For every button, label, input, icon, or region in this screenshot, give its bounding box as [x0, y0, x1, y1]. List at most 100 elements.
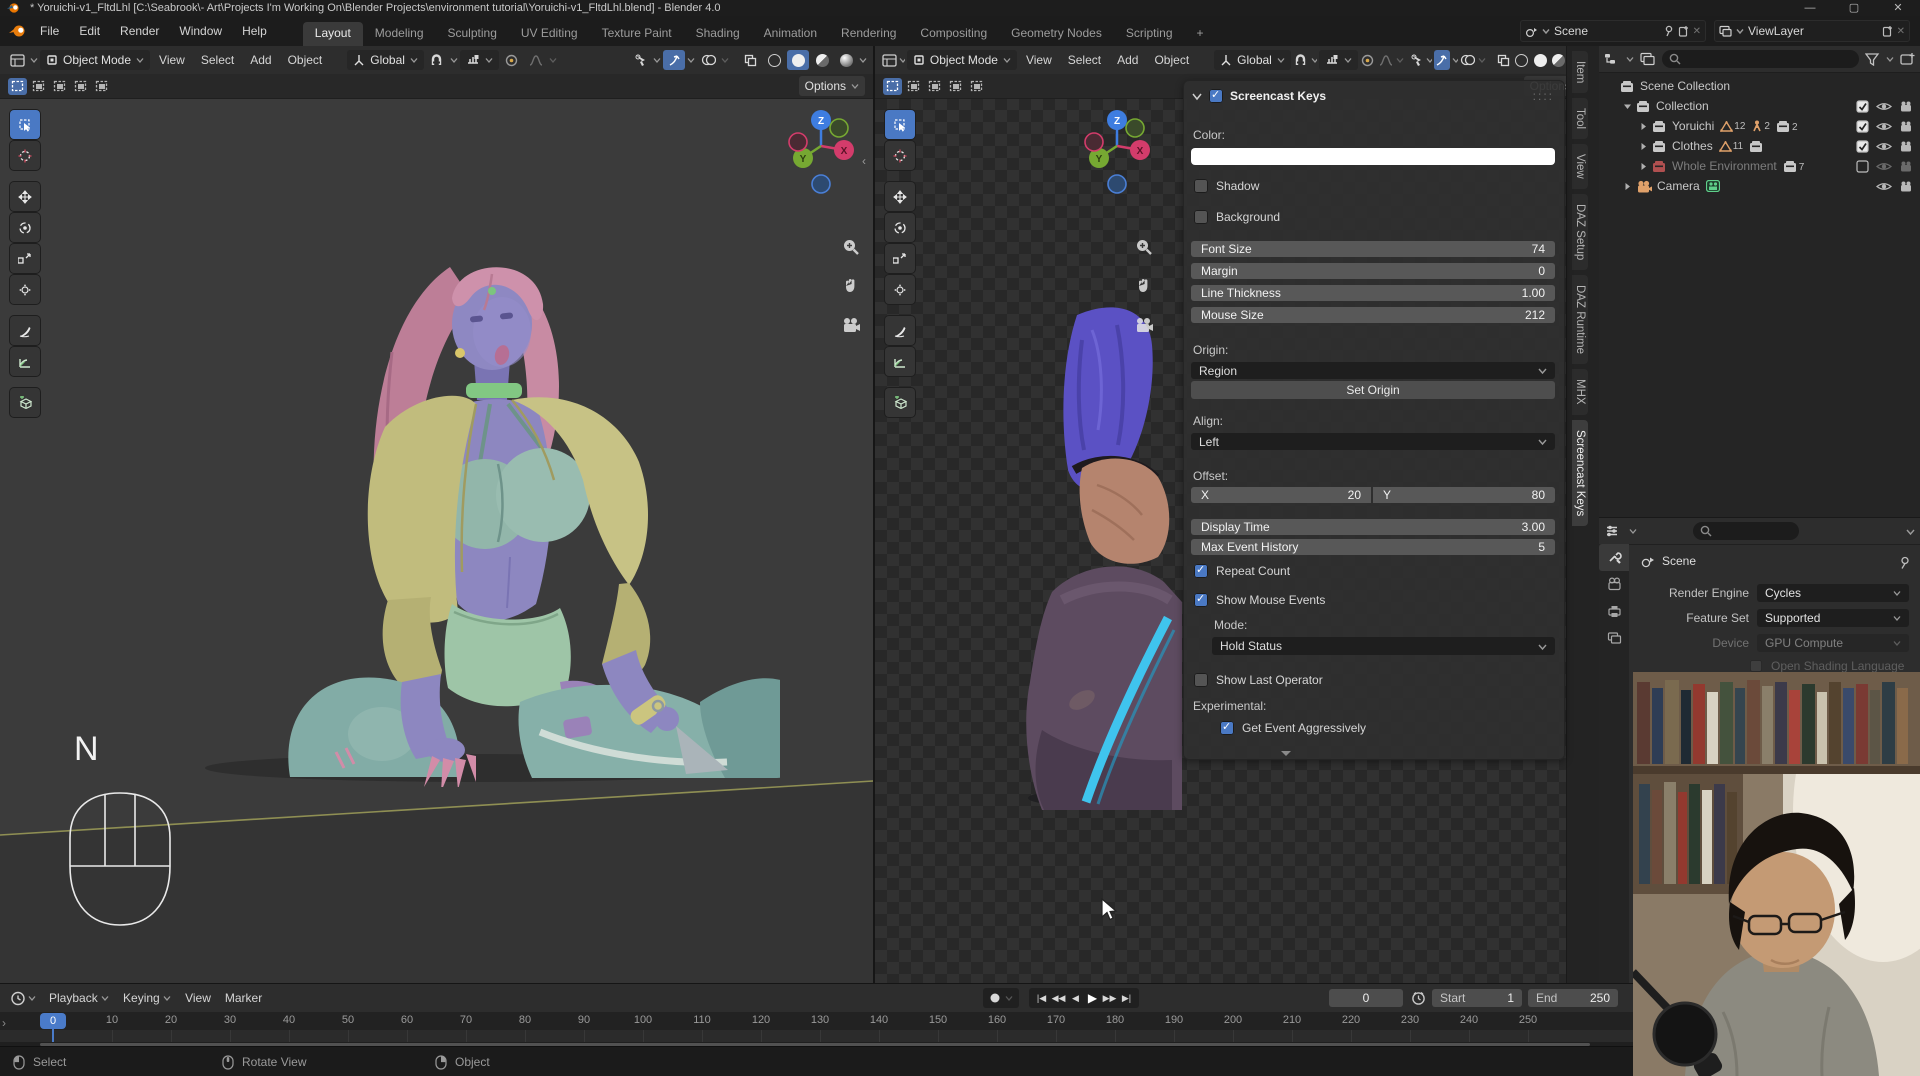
max-event-history-slider[interactable]: Max Event History5 — [1191, 539, 1555, 555]
sidebar-tab-daz-setup[interactable]: DAZ Setup — [1572, 194, 1588, 270]
timeline-editor-icon[interactable] — [10, 991, 26, 1006]
region-collapse-arrow[interactable]: ‹ — [862, 154, 866, 168]
workspace-tab-layout[interactable]: Layout — [303, 22, 363, 46]
snap-magnet-icon[interactable] — [426, 50, 448, 70]
chevron-down-icon[interactable] — [1906, 527, 1915, 536]
outliner-row-scene-collection[interactable]: Scene Collection — [1599, 76, 1920, 96]
cursor-tool-button[interactable] — [10, 141, 40, 170]
pin-icon[interactable] — [1898, 556, 1911, 569]
workspace-tab-sculpting[interactable]: Sculpting — [436, 22, 509, 46]
region-expand-arrow[interactable]: › — [2, 1016, 6, 1030]
properties-editor-icon[interactable] — [1605, 524, 1621, 538]
repeat-count-row[interactable]: Repeat Count — [1194, 564, 1290, 578]
outliner-item-label[interactable]: Collection — [1656, 99, 1709, 113]
shading-icon[interactable] — [835, 50, 857, 70]
measure-tool-button[interactable] — [885, 347, 915, 376]
menu-help[interactable]: Help — [232, 24, 277, 38]
maximize-button[interactable]: ▢ — [1832, 0, 1876, 16]
hide-eye-toggle[interactable] — [1876, 161, 1892, 172]
transport-jump-end-button[interactable]: ▶| — [1118, 993, 1135, 1004]
mode-dropdown[interactable]: Hold Status — [1212, 637, 1555, 655]
timeline-menu-marker[interactable]: Marker — [218, 991, 269, 1005]
workspace-tab-modeling[interactable]: Modeling — [363, 22, 436, 46]
editor-type-icon[interactable] — [6, 50, 28, 70]
sidebar-tab-tool[interactable]: Tool — [1572, 98, 1588, 139]
sidebar-tab-screencast-keys[interactable]: Screencast Keys — [1572, 420, 1588, 526]
select-mode-paint-icon[interactable] — [92, 78, 111, 95]
filter-icon[interactable] — [1865, 53, 1880, 66]
options-dropdown[interactable]: Options — [799, 76, 865, 96]
viewport-menu-view[interactable]: View — [152, 53, 192, 67]
menu-file[interactable]: File — [30, 24, 69, 38]
show-last-operator-row[interactable]: Show Last Operator — [1194, 673, 1323, 687]
workspace-tab-shading[interactable]: Shading — [684, 22, 752, 46]
annotate-tool-button[interactable] — [885, 316, 915, 345]
workspace-tab-scripting[interactable]: Scripting — [1114, 22, 1185, 46]
shading-icon[interactable] — [1532, 50, 1548, 70]
shading-icon[interactable] — [1514, 50, 1530, 70]
set-origin-button[interactable]: Set Origin — [1191, 381, 1555, 399]
zoom-icon[interactable] — [1131, 234, 1157, 260]
menu-window[interactable]: Window — [169, 24, 232, 38]
hide-eye-toggle[interactable] — [1876, 101, 1892, 112]
gizmos-toggle-icon[interactable] — [663, 50, 685, 70]
workspace-tab-uv-editing[interactable]: UV Editing — [509, 22, 590, 46]
outliner-row-whole-environment[interactable]: Whole Environment7 — [1599, 156, 1920, 176]
chevron-down-icon[interactable] — [1629, 527, 1637, 535]
snap-target-dropdown[interactable] — [460, 50, 499, 70]
mode-dropdown[interactable]: Object Mode — [907, 50, 1017, 70]
workspace-tab-texture-paint[interactable]: Texture Paint — [590, 22, 684, 46]
disclosure-right-icon[interactable] — [1639, 162, 1648, 171]
align-dropdown[interactable]: Left — [1191, 433, 1555, 450]
transform-orientation-dropdown[interactable]: Global — [1214, 50, 1291, 70]
viewlayer-name[interactable]: ViewLayer — [1748, 24, 1804, 38]
viewlayer-selector[interactable]: ViewLayer ✕ — [1714, 20, 1910, 42]
selectability-filter-icon[interactable] — [629, 50, 651, 70]
outliner-item-label[interactable]: Yoruichi — [1672, 119, 1714, 133]
timeline-menu-view[interactable]: View — [178, 991, 218, 1005]
disable-render-toggle[interactable] — [1899, 141, 1913, 152]
proportional-editing-icon[interactable] — [1360, 50, 1376, 70]
origin-dropdown[interactable]: Region — [1191, 362, 1555, 379]
autokey-record-button[interactable] — [983, 988, 1019, 1008]
select-mode-lasso-icon[interactable] — [946, 78, 965, 95]
timeline-tracks[interactable] — [0, 1030, 1920, 1042]
outliner-row-yoruichi[interactable]: Yoruichi1222 — [1599, 116, 1920, 136]
pan-hand-icon[interactable] — [1131, 272, 1157, 298]
color-swatch[interactable] — [1191, 148, 1555, 165]
show-mouse-events-checkbox[interactable] — [1194, 593, 1208, 607]
character-model-yoruichi[interactable] — [140, 212, 780, 787]
display-mode-icon[interactable] — [1640, 52, 1656, 66]
osl-checkbox[interactable] — [1750, 660, 1762, 672]
scene-selector[interactable]: Scene ✕ — [1520, 20, 1706, 42]
screencast-keys-panel[interactable]: Screencast Keys :::: Color: Shadow Backg… — [1183, 80, 1565, 760]
collapse-chevron-icon[interactable] — [1192, 91, 1202, 101]
workspace-tab-+[interactable]: + — [1185, 22, 1216, 46]
select-mode-paint-icon[interactable] — [967, 78, 986, 95]
selectability-filter-icon[interactable] — [1408, 50, 1424, 70]
outliner-item-label[interactable]: Whole Environment — [1672, 159, 1777, 173]
viewport-menu-select[interactable]: Select — [194, 53, 241, 67]
new-scene-icon[interactable] — [1678, 25, 1689, 37]
shading-icon[interactable] — [1550, 50, 1566, 70]
annotate-tool-button[interactable] — [10, 316, 40, 345]
rotate-tool-button[interactable] — [885, 213, 915, 242]
menu-edit[interactable]: Edit — [69, 24, 110, 38]
scale-tool-button[interactable] — [885, 244, 915, 273]
select-box-button[interactable] — [10, 110, 40, 139]
offset-y-field[interactable]: Y80 — [1373, 487, 1555, 503]
exclude-checkbox[interactable] — [1856, 140, 1869, 153]
new-viewlayer-icon[interactable] — [1882, 25, 1893, 37]
panel-header[interactable]: Screencast Keys — [1192, 89, 1326, 103]
sidebar-tab-mhx[interactable]: MHX — [1572, 369, 1588, 415]
move-tool-button[interactable] — [10, 182, 40, 211]
xray-toggle-icon[interactable] — [739, 50, 761, 70]
move-tool-button[interactable] — [885, 182, 915, 211]
transport-prev-frame-button[interactable]: ◀ — [1067, 993, 1084, 1004]
disable-render-toggle[interactable] — [1899, 161, 1913, 172]
workspace-tab-animation[interactable]: Animation — [752, 22, 829, 46]
end-frame-field[interactable]: End250 — [1528, 989, 1618, 1007]
exclude-checkbox[interactable] — [1856, 100, 1869, 113]
shading-icon[interactable] — [763, 50, 785, 70]
line-thickness-slider[interactable]: Line Thickness1.00 — [1191, 285, 1555, 301]
